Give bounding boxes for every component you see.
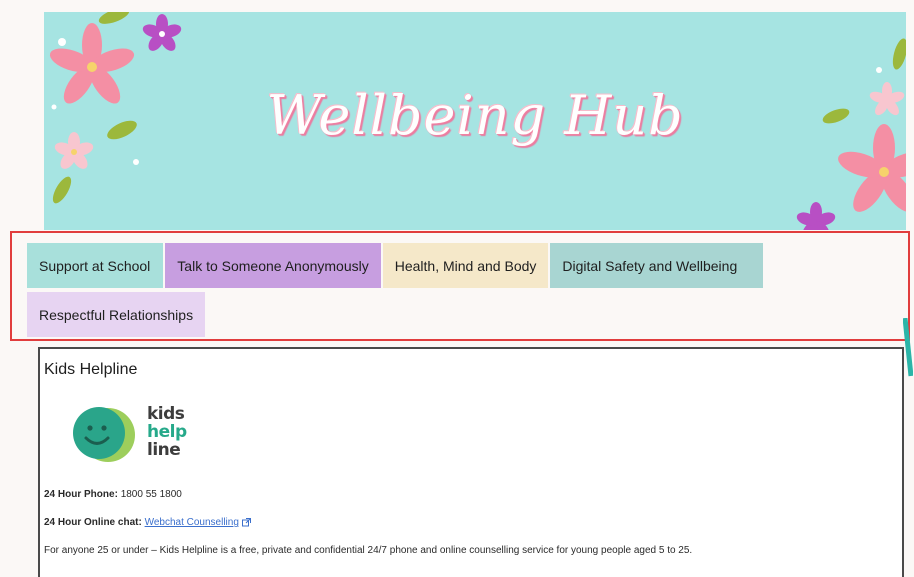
panel-heading: Kids Helpline	[44, 361, 138, 378]
logo-word-kids: kids	[147, 404, 185, 424]
phone-label: 24 Hour Phone:	[44, 489, 118, 500]
teal-accent-stroke	[903, 318, 913, 377]
phone-number: 1800 55 1800	[120, 489, 182, 500]
smiley-logo-icon	[73, 407, 135, 462]
wellbeing-hub-banner: Wellbeing Hub	[44, 12, 906, 230]
logo-wordmark: kids help line	[147, 405, 187, 459]
kids-helpline-logo: kids help line	[66, 401, 206, 471]
banner-title: Wellbeing Hub	[266, 84, 684, 147]
tab-digital-safety-and-wellbeing[interactable]: Digital Safety and Wellbeing	[550, 243, 764, 288]
tab-respectful-relationships[interactable]: Respectful Relationships	[27, 292, 206, 337]
chat-line: 24 Hour Online chat: Webchat Counselling	[44, 517, 251, 528]
helpline-description: For anyone 25 or under – Kids Helpline i…	[44, 545, 693, 556]
phone-line: 24 Hour Phone: 1800 55 1800	[44, 489, 182, 500]
webchat-counselling-link[interactable]: Webchat Counselling	[145, 517, 239, 528]
tab-support-at-school[interactable]: Support at School	[27, 243, 164, 288]
chat-label: 24 Hour Online chat:	[44, 517, 142, 528]
logo-word-help: help	[147, 422, 187, 442]
tab-talk-to-someone-anonymously[interactable]: Talk to Someone Anonymously	[165, 243, 381, 288]
tab-health-mind-and-body[interactable]: Health, Mind and Body	[382, 243, 549, 288]
logo-word-line: line	[147, 440, 181, 460]
external-link-icon[interactable]	[241, 517, 251, 527]
kids-helpline-panel: Kids Helpline kids help line 24 Hour Pho…	[38, 347, 904, 577]
wellbeing-tab-bar: Support at School Talk to Someone Anonym…	[27, 243, 897, 337]
